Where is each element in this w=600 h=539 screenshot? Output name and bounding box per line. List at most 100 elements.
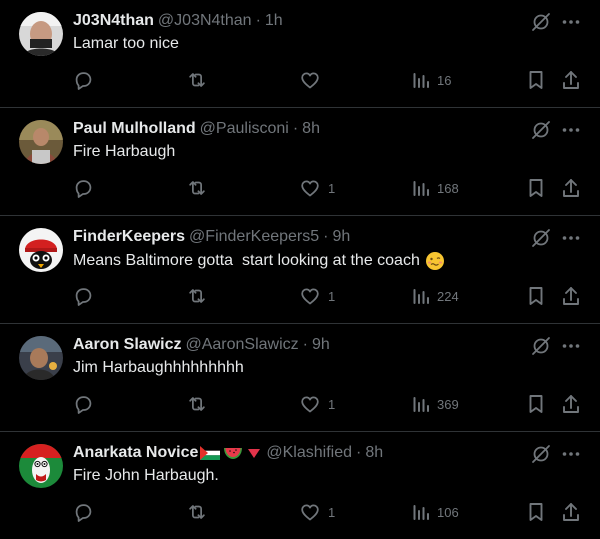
display-name[interactable]: FinderKeepers (73, 228, 185, 246)
display-name[interactable]: J03N4than (73, 12, 154, 30)
tweet-text: Fire John Harbaugh. (73, 467, 219, 485)
share-button[interactable] (561, 176, 581, 200)
palestine-flag-icon (200, 446, 221, 460)
separator-dot: · (323, 228, 329, 245)
bookmark-icon (529, 287, 543, 305)
views-button[interactable]: 16 (412, 68, 451, 92)
grok-icon[interactable] (530, 443, 552, 465)
user-handle[interactable]: @Paulisconi (200, 120, 289, 138)
tweet[interactable]: J03N4than @J03N4than · 1h Lamar too nice… (0, 0, 600, 108)
name-emoji-group (200, 446, 262, 460)
more-options-icon[interactable] (560, 335, 582, 357)
bookmark-button[interactable] (526, 392, 546, 416)
share-button[interactable] (561, 68, 581, 92)
repost-icon (189, 505, 205, 519)
avatar[interactable] (19, 444, 63, 488)
heart-icon (301, 396, 319, 413)
reply-icon (75, 72, 92, 90)
avatar[interactable] (19, 120, 63, 164)
repost-button[interactable] (186, 500, 208, 524)
tweet-text-content: Means Baltimore gotta start looking at t… (73, 252, 420, 269)
views-button[interactable]: 106 (412, 500, 459, 524)
tweet[interactable]: Aaron Slawicz @AaronSlawicz · 9h Jim Har… (0, 324, 600, 432)
grok-icon[interactable] (530, 335, 552, 357)
like-button[interactable]: 1 (299, 392, 335, 416)
grok-icon[interactable] (530, 227, 552, 249)
like-button[interactable]: 1 (299, 500, 335, 524)
share-icon (563, 503, 579, 521)
share-button[interactable] (561, 500, 581, 524)
grok-icon[interactable] (530, 11, 552, 33)
timestamp[interactable]: 1h (265, 12, 283, 30)
tweet-header: J03N4than @J03N4than · 1h (73, 10, 283, 32)
reply-button[interactable] (72, 392, 94, 416)
repost-button[interactable] (186, 284, 208, 308)
reply-button[interactable] (72, 176, 94, 200)
avatar[interactable] (19, 12, 63, 56)
share-button[interactable] (561, 284, 581, 308)
bookmark-button[interactable] (526, 68, 546, 92)
tweet[interactable]: Paul Mulholland @Paulisconi · 8h Fire Ha… (0, 108, 600, 216)
more-options-icon[interactable] (560, 119, 582, 141)
share-button[interactable] (561, 392, 581, 416)
timestamp[interactable]: 8h (365, 444, 383, 462)
reply-icon (75, 288, 92, 306)
tweet[interactable]: FinderKeepers @FinderKeepers5 · 9h Means… (0, 216, 600, 324)
repost-icon (189, 73, 205, 87)
display-name[interactable]: Anarkata Novice (73, 444, 198, 462)
like-button[interactable]: 1 (299, 284, 335, 308)
repost-button[interactable] (186, 392, 208, 416)
heart-icon (301, 72, 319, 89)
views-button[interactable]: 168 (412, 176, 459, 200)
red-triangle-icon (248, 449, 261, 458)
tweet[interactable]: Anarkata Novice @Klashified · 8h Fire Jo… (0, 432, 600, 539)
timestamp[interactable]: 9h (312, 336, 330, 354)
separator-dot: · (302, 336, 308, 353)
reply-button[interactable] (72, 284, 94, 308)
display-name[interactable]: Aaron Slawicz (73, 336, 181, 354)
views-button[interactable]: 369 (412, 392, 459, 416)
repost-button[interactable] (186, 176, 208, 200)
bookmark-icon (529, 395, 543, 413)
reply-button[interactable] (72, 68, 94, 92)
like-button[interactable]: 1 (299, 176, 335, 200)
views-chart-icon (413, 289, 429, 304)
tweet-text: Lamar too nice (73, 35, 179, 53)
display-name[interactable]: Paul Mulholland (73, 120, 196, 138)
views-chart-icon (413, 73, 429, 88)
repost-icon (189, 289, 205, 303)
tweet-header: FinderKeepers @FinderKeepers5 · 9h (73, 226, 350, 248)
more-options-icon[interactable] (560, 227, 582, 249)
user-handle[interactable]: @AaronSlawicz (185, 336, 298, 354)
repost-icon (189, 397, 205, 411)
avatar[interactable] (19, 336, 63, 380)
repost-button[interactable] (186, 68, 208, 92)
share-icon (563, 71, 579, 89)
views-chart-icon (413, 181, 429, 196)
user-handle[interactable]: @Klashified (266, 444, 352, 462)
more-options-icon[interactable] (560, 11, 582, 33)
reply-icon (75, 504, 92, 522)
more-options-icon[interactable] (560, 443, 582, 465)
reply-icon (75, 396, 92, 414)
timestamp[interactable]: 9h (332, 228, 350, 246)
separator-dot: · (292, 120, 299, 137)
views-button[interactable]: 224 (412, 284, 459, 308)
view-count: 106 (437, 504, 459, 520)
reply-icon (75, 180, 92, 198)
timestamp[interactable]: 8h (302, 120, 320, 138)
bookmark-icon (529, 71, 543, 89)
bookmark-button[interactable] (526, 176, 546, 200)
view-count: 224 (437, 288, 459, 304)
user-handle[interactable]: @FinderKeepers5 (189, 228, 319, 246)
view-count: 168 (437, 180, 459, 196)
heart-icon (301, 504, 319, 521)
grok-icon[interactable] (530, 119, 552, 141)
reply-button[interactable] (72, 500, 94, 524)
like-button[interactable] (299, 68, 328, 92)
avatar[interactable] (19, 228, 63, 272)
bookmark-button[interactable] (526, 284, 546, 308)
tweet-text: Fire Harbaugh (73, 143, 175, 161)
bookmark-button[interactable] (526, 500, 546, 524)
user-handle[interactable]: @J03N4than (158, 12, 252, 30)
